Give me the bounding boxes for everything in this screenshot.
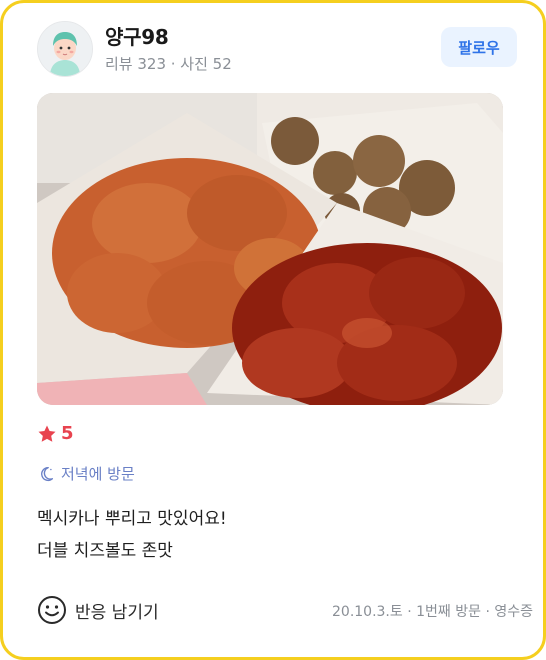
review-photo[interactable] (37, 93, 503, 405)
moon-icon (41, 466, 54, 481)
visit-time-tag: 저녁에 방문 (37, 463, 135, 484)
review-line: 멕시카나 뿌리고 맛있어요! (37, 509, 227, 529)
review-text: 멕시카나 뿌리고 맛있어요! 더블 치즈볼도 존맛 (37, 503, 227, 567)
avatar-illustration-icon (38, 22, 92, 76)
avatar[interactable] (37, 21, 93, 77)
star-icon (38, 425, 56, 442)
review-header: 양구98 리뷰 323 · 사진 52 팔로우 (37, 21, 517, 77)
review-footer: 반응 남기기 20.10.3.토 · 1번째 방문 · 영수증 (37, 595, 533, 629)
leave-reaction-button[interactable]: 반응 남기기 (37, 595, 159, 625)
review-line: 더블 치즈볼도 존맛 (37, 541, 173, 561)
user-stats: 리뷰 323 · 사진 52 (105, 55, 232, 73)
follow-button[interactable]: 팔로우 (441, 27, 517, 67)
smiley-icon (38, 596, 66, 624)
rating: 5 (37, 423, 74, 444)
username[interactable]: 양구98 (105, 21, 169, 50)
visit-meta: 20.10.3.토 · 1번째 방문 · 영수증 (332, 604, 533, 620)
visit-time-label: 저녁에 방문 (61, 465, 135, 483)
rating-value: 5 (61, 423, 74, 444)
review-card: 양구98 리뷰 323 · 사진 52 팔로우 5 저녁에 방문 멕시카나 뿌리… (0, 0, 546, 660)
leave-reaction-label: 반응 남기기 (75, 602, 159, 623)
fried-chicken-photo (37, 93, 503, 405)
